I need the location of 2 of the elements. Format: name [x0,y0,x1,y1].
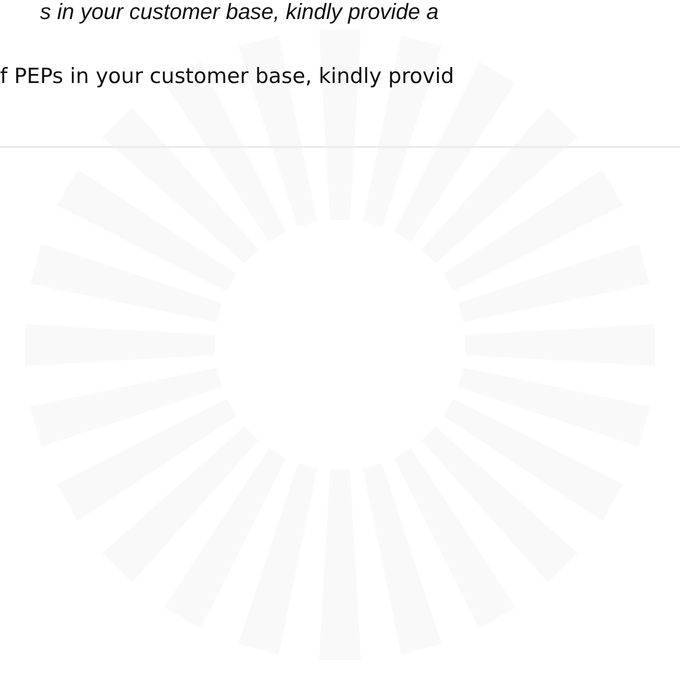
question-text: s in your customer base, kindly provide a [39,0,440,24]
question-text: f PEPs in your customer base, kindly provid [0,63,456,90]
